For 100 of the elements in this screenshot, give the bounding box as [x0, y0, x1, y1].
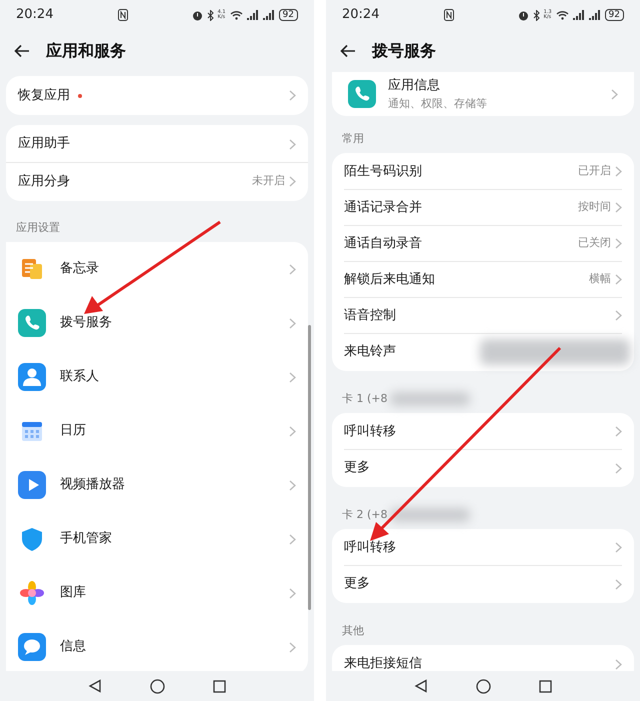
- chevron-icon: [289, 642, 296, 652]
- page-title: 应用和服务: [46, 40, 126, 62]
- app-info-row[interactable]: 应用信息 通知、权限、存储等: [332, 72, 634, 116]
- signal-icon: [588, 10, 601, 20]
- row-label: 解锁后来电通知: [344, 270, 435, 289]
- row-label: 日历: [60, 422, 86, 440]
- bluetooth-icon: [532, 10, 540, 20]
- row-label: 拨号服务: [60, 314, 112, 332]
- settings-row[interactable]: 联系人: [6, 350, 308, 404]
- chevron-icon: [289, 588, 296, 598]
- signal-icon: [246, 10, 259, 20]
- settings-row[interactable]: 解锁后来电通知 横幅: [344, 262, 622, 298]
- row-label: 手机管家: [60, 530, 112, 548]
- settings-row[interactable]: 语音控制: [344, 298, 622, 334]
- settings-row[interactable]: 通话自动录音 已关闭: [344, 226, 622, 262]
- play-icon: [18, 471, 46, 499]
- back-icon[interactable]: [414, 679, 428, 693]
- section-label: 卡 2 (+8: [342, 508, 388, 522]
- page-title: 拨号服务: [372, 40, 436, 62]
- chevron-icon: [615, 542, 622, 553]
- chevron-icon: [289, 480, 296, 490]
- row-label: 来电拒接短信: [344, 655, 422, 671]
- settings-row[interactable]: 拨号服务: [6, 296, 308, 350]
- settings-row[interactable]: 备忘录: [6, 242, 308, 296]
- chat-bubble-icon: [18, 633, 46, 661]
- chevron-icon: [615, 310, 622, 321]
- home-icon[interactable]: [476, 678, 491, 694]
- back-icon[interactable]: [14, 44, 30, 58]
- settings-row[interactable]: 更多: [344, 566, 622, 602]
- chevron-icon: [615, 238, 622, 249]
- settings-row[interactable]: 图库: [6, 566, 308, 620]
- row-label: 信息: [60, 638, 86, 656]
- nfc-icon: [118, 9, 128, 21]
- phone-icon: [18, 309, 46, 337]
- settings-row[interactable]: 来电铃声: [344, 334, 622, 370]
- chevron-icon: [615, 202, 622, 213]
- row-label: 应用助手: [18, 135, 70, 154]
- chevron-icon: [289, 534, 296, 544]
- chevron-icon: [289, 372, 296, 382]
- wifi-icon: [556, 10, 569, 20]
- row-label: 图库: [60, 584, 86, 602]
- chevron-icon: [615, 426, 622, 437]
- chevron-icon: [289, 426, 296, 436]
- settings-row[interactable]: 通话记录合并 按时间: [344, 190, 622, 226]
- wifi-icon: [230, 10, 243, 20]
- contact-icon: [18, 363, 46, 391]
- row-label: 来电铃声: [344, 343, 396, 362]
- nfc-icon: [444, 9, 454, 21]
- settings-row[interactable]: 手机管家: [6, 512, 308, 566]
- battery-indicator: 92: [278, 9, 298, 21]
- chevron-icon: [289, 264, 296, 274]
- row-value: 已关闭: [578, 235, 611, 252]
- chevron-icon: [289, 176, 296, 187]
- recents-icon[interactable]: [539, 680, 552, 692]
- row-value: 横幅: [589, 271, 611, 288]
- row-label: 视频播放器: [60, 476, 125, 494]
- battery-indicator: 92: [604, 9, 624, 21]
- row-subtitle: 通知、权限、存储等: [388, 96, 487, 112]
- chevron-icon: [615, 578, 622, 590]
- row-label: 通话记录合并: [344, 198, 422, 217]
- recents-icon[interactable]: [213, 680, 226, 692]
- settings-row[interactable]: 恢复应用: [6, 77, 308, 114]
- status-time: 20:24: [16, 6, 54, 24]
- chevron-icon: [289, 138, 296, 150]
- row-label: 应用分身: [18, 172, 70, 191]
- section-label: 常用: [342, 132, 364, 146]
- bluetooth-icon: [206, 10, 214, 20]
- settings-row[interactable]: 来电拒接短信: [344, 646, 622, 671]
- home-icon[interactable]: [150, 678, 165, 694]
- row-label: 呼叫转移: [344, 422, 396, 441]
- section-label: 其他: [342, 624, 364, 638]
- row-value: 未开启: [252, 173, 285, 190]
- row-value: 按时间: [578, 199, 611, 216]
- row-label: 备忘录: [60, 260, 99, 278]
- chevron-icon: [289, 90, 296, 101]
- section-label: 卡 1 (+8: [342, 392, 388, 406]
- back-icon[interactable]: [88, 679, 102, 693]
- row-label: 更多: [344, 575, 370, 594]
- status-time: 20:24: [342, 6, 380, 24]
- settings-row[interactable]: 日历: [6, 404, 308, 458]
- back-icon[interactable]: [340, 44, 356, 58]
- settings-row[interactable]: 陌生号码识别 已开启: [344, 154, 622, 190]
- settings-row[interactable]: 视频播放器: [6, 458, 308, 512]
- row-label: 陌生号码识别: [344, 162, 422, 181]
- flower-icon: [18, 579, 46, 607]
- settings-row[interactable]: 呼叫转移: [344, 414, 622, 450]
- chevron-icon: [289, 318, 296, 328]
- row-label: 更多: [344, 459, 370, 478]
- chevron-icon: [615, 658, 622, 670]
- chevron-icon: [615, 274, 622, 285]
- row-label: 语音控制: [344, 306, 396, 325]
- chevron-icon: [611, 88, 618, 100]
- phone-icon: [348, 80, 376, 108]
- chevron-icon: [615, 166, 622, 177]
- settings-row[interactable]: 更多: [344, 450, 622, 486]
- signal-icon: [262, 10, 275, 20]
- settings-row[interactable]: 应用助手: [6, 126, 308, 163]
- settings-row[interactable]: 应用分身 未开启: [6, 163, 308, 200]
- signal-icon: [572, 10, 585, 20]
- settings-row[interactable]: 信息: [6, 620, 308, 671]
